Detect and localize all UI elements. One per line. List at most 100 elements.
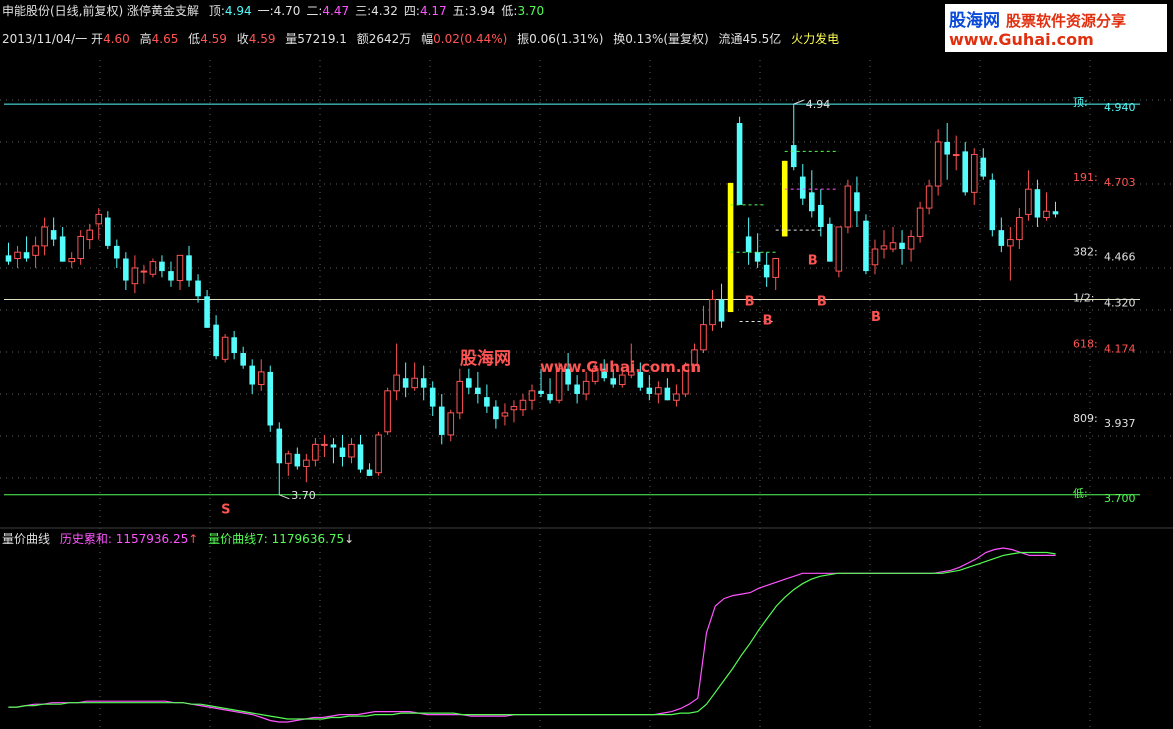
level-value: 3.94 [468,4,496,18]
candle-body [799,176,806,199]
indicator-title: 量价曲线 [2,532,51,546]
candle-body [303,459,310,467]
gold-level-label: 809: [1073,412,1098,425]
float-cap-value: 流通45.5亿 [718,32,782,46]
candle-body [249,365,256,385]
high-label: 高 [139,32,152,46]
candle-body [32,245,39,256]
candle-body [86,229,94,241]
chart-title-row: 申能股份(日线,前复权) 涨停黄金支解 顶:4.94 一:4.70 二:4.47 三:… [2,2,550,19]
sector-name: 火力发电 [791,32,840,46]
candle-body [863,220,869,272]
candle-body [827,223,833,262]
annotation-label: 3.70 [291,489,316,502]
indicator-line [8,547,1056,723]
gold-level-label: 382: [1073,245,1098,258]
gold-level-value: 4.940 [1104,101,1136,114]
level-label: 顶: [208,4,225,18]
candle-body [276,428,283,464]
amount-value: 额2642万 [356,32,412,46]
candle-body [709,298,716,326]
candle-body [186,255,192,281]
candle-body [538,390,544,394]
candle-body [366,469,373,476]
candle-body [168,271,174,281]
candle-body [493,406,499,420]
candle-body [14,251,21,259]
candle-body [267,371,274,426]
gold-level-label: 618: [1073,337,1098,350]
candle-body [980,157,987,177]
indicator-line [8,551,1056,720]
candle-body [772,257,779,278]
low-value: 4.59 [200,32,227,46]
candle-body [475,387,481,394]
watermark-url: www.Guhai.com.cn [540,358,701,376]
candle-body [221,336,229,360]
candle-body [1016,217,1023,241]
candle-body [339,447,346,457]
gold-level-value: 3.700 [1104,492,1136,505]
quote-row: 2013/11/04/一 开4.60 高4.65 低4.59 收4.59 量57… [2,30,839,47]
candle-body [257,371,265,386]
logo-tagline: 股票软件资源分享 [1006,12,1127,30]
candle-body [330,444,337,448]
candle-body [438,406,445,435]
candle-body [673,393,680,401]
candle-body [880,245,888,250]
watermark: 股海网 www.Guhai.com.cn [460,348,701,376]
candle-body [159,261,165,272]
candle-body [528,390,536,401]
candle-body [925,185,933,209]
candle-body [736,123,743,205]
level-value: 4.94 [224,4,252,18]
candle-body [231,337,237,354]
change-label: 幅 [421,32,434,46]
candle-body [123,258,129,281]
candle-body [420,378,427,388]
candle-body [582,380,590,395]
gold-level-lines: 顶: 4.940 191: 4.703 382: 4.466 1/2: 4.320 618: 4.… [4,96,1140,505]
close-value: 4.59 [248,32,276,46]
candle-body [393,374,400,392]
candle-body [970,154,978,193]
candle-body [854,192,860,212]
logo-url: www.Guhai.com [949,30,1094,49]
annotation-pointer [279,494,290,500]
open-value: 4.60 [103,32,130,46]
candle-body [68,257,75,263]
turnover-value: 换0.13%(量复权) [613,32,709,46]
price-chart[interactable]: 顶: 4.940 191: 4.703 382: 4.466 1/2: 4.320 618: 4.… [0,0,1173,729]
candle-body [610,378,617,385]
candle-body [375,434,382,474]
candle-body [818,204,824,227]
candle-body [23,252,30,259]
change-value: 0.02(0.44%) [433,32,508,46]
gold-level-value: 3.937 [1104,417,1136,430]
candle-body [907,235,915,250]
candle-body [646,387,653,394]
candle-body [700,324,707,351]
candle-body [41,226,48,247]
level-label: 低: [501,4,518,18]
candle-body [1007,239,1014,247]
candle-body [1052,211,1059,215]
candle-body [510,406,518,411]
candle-body [519,399,527,411]
candle-body [745,236,752,253]
candle-body [348,443,355,458]
gold-level-value: 4.174 [1104,342,1136,355]
gold-level-value: 4.703 [1104,176,1136,189]
gold-level-label: 1/2: [1073,291,1094,304]
candle-body [50,230,57,240]
candle-body [655,387,662,395]
candle-body [294,453,301,467]
candle-body [466,378,472,388]
candle-body [547,393,553,401]
level-value: 4.32 [371,4,398,18]
signal-marker: B [808,253,818,268]
candle-body [844,185,852,228]
candle-body [790,145,797,168]
candle-body [664,387,671,401]
candle-body [140,270,148,273]
